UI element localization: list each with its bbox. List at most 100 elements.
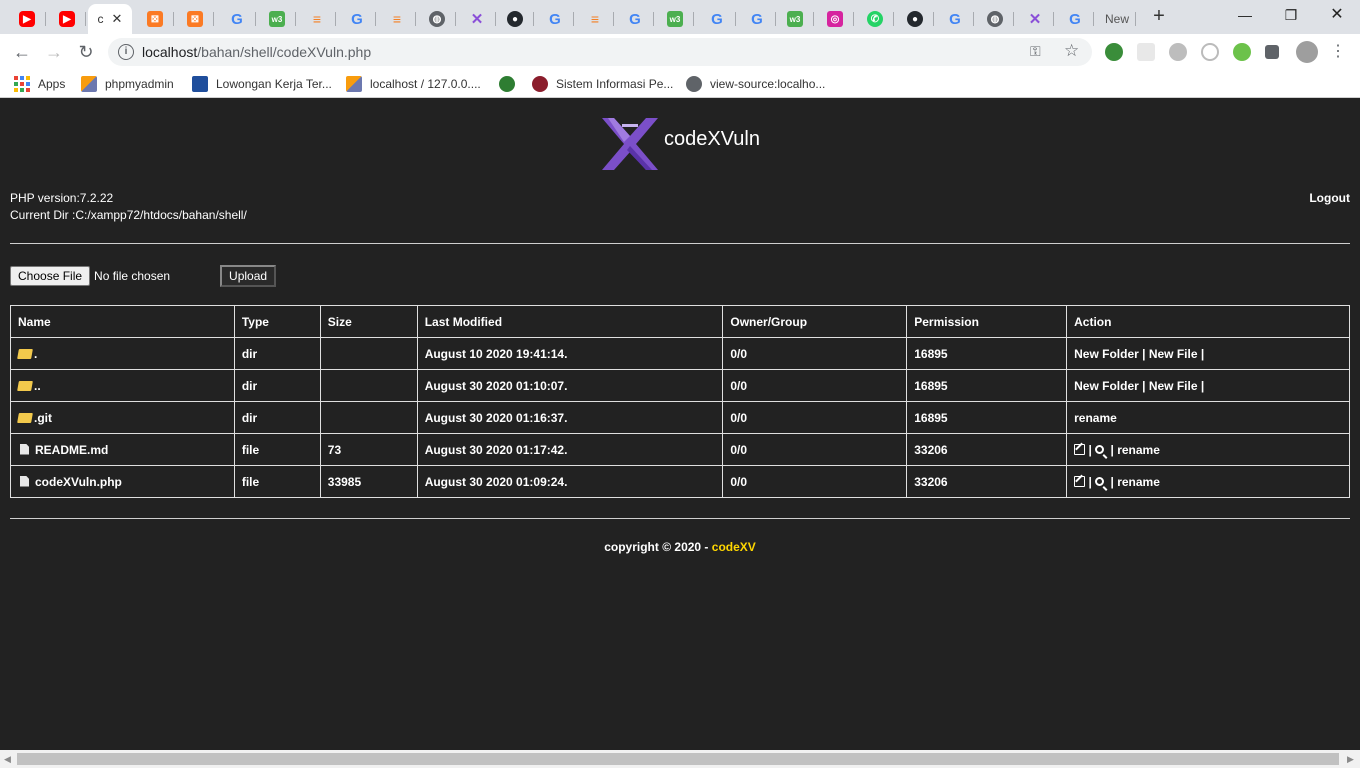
tab-google-4[interactable]: G bbox=[616, 4, 654, 34]
file-name-cell[interactable]: . bbox=[10, 337, 235, 370]
chrome-menu-icon[interactable]: ⋮ bbox=[1326, 41, 1350, 63]
tab-google-6[interactable]: G bbox=[738, 4, 776, 34]
file-name-link[interactable]: .. bbox=[34, 379, 41, 393]
file-name-cell[interactable]: .git bbox=[10, 401, 235, 434]
bookmark-phpmyadmin[interactable]: phpmyadmin bbox=[81, 76, 174, 92]
brand-title: codeXVuln bbox=[664, 128, 760, 150]
extension-blank-icon[interactable] bbox=[1137, 43, 1155, 61]
bookmark-university[interactable] bbox=[499, 76, 523, 92]
extensions-puzzle-icon[interactable] bbox=[1265, 45, 1279, 59]
tab-globe-1[interactable]: ◍ bbox=[418, 4, 456, 34]
rename-link[interactable]: rename bbox=[1117, 475, 1160, 489]
new-file-link[interactable]: New File bbox=[1149, 379, 1198, 393]
restore-icon[interactable]: ❐ bbox=[1268, 4, 1314, 28]
bookmarks-bar: Apps phpmyadmin Lowongan Kerja Ter... lo… bbox=[0, 70, 1360, 98]
sistem-icon bbox=[532, 76, 548, 92]
bookmark-view-source[interactable]: view-source:localho... bbox=[686, 76, 825, 92]
reload-icon[interactable]: ↻ bbox=[74, 41, 98, 63]
extension-idm-icon[interactable] bbox=[1105, 43, 1123, 61]
tab-google-5[interactable]: G bbox=[698, 4, 736, 34]
tab-w3schools-3[interactable]: w3 bbox=[776, 4, 814, 34]
tab-google-2[interactable]: G bbox=[338, 4, 376, 34]
tab-youtube-1[interactable]: ▶ bbox=[8, 4, 46, 34]
forward-arrow-icon[interactable]: → bbox=[42, 41, 66, 63]
file-name-link[interactable]: .git bbox=[34, 411, 52, 425]
tab-codexvuln-2[interactable]: ✕ bbox=[1016, 4, 1054, 34]
rename-link[interactable]: rename bbox=[1117, 443, 1160, 457]
new-file-link[interactable]: New File bbox=[1149, 347, 1198, 361]
tab-stackoverflow-1[interactable]: ≡ bbox=[298, 4, 336, 34]
tab-w3schools-2[interactable]: w3 bbox=[656, 4, 694, 34]
footer-brand-link[interactable]: codeXV bbox=[712, 540, 756, 554]
modified-cell: August 10 2020 19:41:14. bbox=[416, 337, 724, 370]
new-tab-plus-icon[interactable]: + bbox=[1148, 6, 1170, 28]
tab-codexvuln-1[interactable]: ✕ bbox=[458, 4, 496, 34]
scroll-left-arrow-icon[interactable]: ◀ bbox=[4, 754, 11, 765]
key-icon[interactable]: ⚿ bbox=[1030, 43, 1041, 60]
tab-w3schools-1[interactable]: w3 bbox=[258, 4, 296, 34]
bookmark-lowongan[interactable]: Lowongan Kerja Ter... bbox=[192, 76, 332, 92]
bookmark-localhost[interactable]: localhost / 127.0.0.... bbox=[346, 76, 481, 92]
google-icon: G bbox=[1069, 10, 1081, 28]
extension-timer-icon[interactable] bbox=[1201, 43, 1219, 61]
university-icon bbox=[499, 76, 515, 92]
current-dir-value: :C:/xampp72/htdocs/bahan/shell/ bbox=[68, 208, 247, 222]
tab-codexvuln-active[interactable]: c ✕ bbox=[88, 4, 132, 34]
modified-cell: August 30 2020 01:09:24. bbox=[416, 465, 724, 498]
profile-avatar[interactable] bbox=[1296, 41, 1318, 63]
bookmark-star-icon[interactable]: ☆ bbox=[1064, 41, 1079, 61]
logout-link[interactable]: Logout bbox=[1309, 191, 1350, 205]
tab-github-2[interactable]: ● bbox=[896, 4, 934, 34]
file-name-cell[interactable]: codeXVuln.php bbox=[10, 465, 235, 498]
file-name-link[interactable]: README.md bbox=[35, 443, 108, 457]
size-cell: 73 bbox=[319, 433, 418, 466]
bookmark-sistem-informasi[interactable]: Sistem Informasi Pe... bbox=[532, 76, 673, 92]
tab-google-1[interactable]: G bbox=[218, 4, 256, 34]
tab-github-1[interactable]: ● bbox=[496, 4, 534, 34]
search-icon[interactable] bbox=[1095, 444, 1105, 454]
table-header-row: Name Type Size Last Modified Owner/Group… bbox=[10, 305, 1350, 338]
google-icon: G bbox=[351, 10, 363, 28]
tab-xampp-1[interactable]: ⊠ bbox=[136, 4, 174, 34]
file-name-cell[interactable]: README.md bbox=[10, 433, 235, 466]
url-text[interactable]: localhost/bahan/shell/codeXVuln.php bbox=[142, 44, 371, 60]
tab-stackoverflow-2[interactable]: ≡ bbox=[378, 4, 416, 34]
tab-google-8[interactable]: G bbox=[1056, 4, 1094, 34]
file-name-link[interactable]: codeXVuln.php bbox=[35, 475, 122, 489]
bookmark-apps[interactable]: Apps bbox=[14, 76, 65, 92]
tab-new[interactable]: New bbox=[1098, 4, 1136, 34]
tab-stackoverflow-3[interactable]: ≡ bbox=[576, 4, 614, 34]
tab-instagram[interactable]: ◎ bbox=[816, 4, 854, 34]
minimize-icon[interactable]: — bbox=[1222, 4, 1268, 28]
file-name-link[interactable]: . bbox=[34, 347, 37, 361]
tab-google-7[interactable]: G bbox=[936, 4, 974, 34]
close-window-icon[interactable]: ✕ bbox=[1314, 4, 1360, 28]
back-arrow-icon[interactable]: ← bbox=[10, 41, 34, 63]
site-info-icon[interactable]: i bbox=[118, 44, 134, 60]
github-icon: ● bbox=[907, 11, 923, 27]
github-icon: ● bbox=[507, 11, 523, 27]
upload-button[interactable]: Upload bbox=[220, 265, 277, 287]
whatsapp-icon: ✆ bbox=[867, 11, 883, 27]
tab-youtube-2[interactable]: ▶ bbox=[48, 4, 86, 34]
rename-link[interactable]: rename bbox=[1074, 411, 1117, 425]
scrollbar-thumb[interactable] bbox=[17, 753, 1339, 765]
search-icon[interactable] bbox=[1095, 476, 1105, 486]
codexvuln-icon: ✕ bbox=[470, 11, 484, 28]
extension-globe-icon[interactable] bbox=[1169, 43, 1187, 61]
tab-google-3[interactable]: G bbox=[536, 4, 574, 34]
new-folder-link[interactable]: New Folder bbox=[1074, 347, 1139, 361]
new-folder-link[interactable]: New Folder bbox=[1074, 379, 1139, 393]
address-bar[interactable]: i localhost/bahan/shell/codeXVuln.php ⚿ … bbox=[108, 38, 1092, 66]
tab-globe-2[interactable]: ◍ bbox=[976, 4, 1014, 34]
edit-icon[interactable] bbox=[1074, 475, 1086, 487]
file-name-cell[interactable]: .. bbox=[10, 369, 235, 402]
tab-xampp-2[interactable]: ⊠ bbox=[176, 4, 214, 34]
edit-icon[interactable] bbox=[1074, 443, 1086, 455]
scroll-right-arrow-icon[interactable]: ▶ bbox=[1347, 754, 1354, 765]
close-tab-icon[interactable]: ✕ bbox=[112, 11, 123, 27]
horizontal-scrollbar[interactable]: ◀ ▶ bbox=[0, 750, 1360, 768]
tab-whatsapp[interactable]: ✆ bbox=[856, 4, 894, 34]
choose-file-button[interactable]: Choose File bbox=[10, 266, 91, 286]
extension-js-icon[interactable] bbox=[1233, 43, 1251, 61]
